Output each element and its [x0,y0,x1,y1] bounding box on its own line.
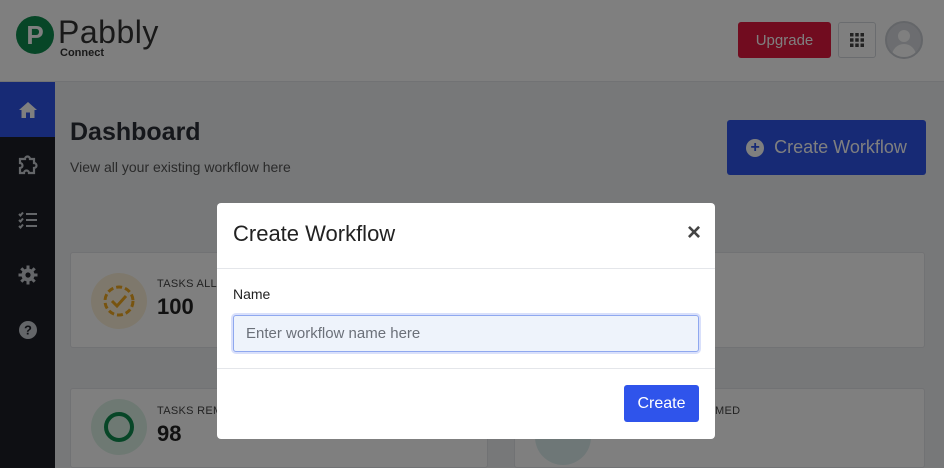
modal-header: Create Workflow × [217,203,715,269]
create-workflow-modal: Create Workflow × Name Create [217,203,715,439]
name-label: Name [233,286,271,302]
workflow-name-input[interactable] [233,315,699,352]
create-button[interactable]: Create [624,385,699,422]
close-icon[interactable]: × [687,221,701,245]
modal-footer: Create [217,368,715,439]
modal-title: Create Workflow [233,221,396,246]
